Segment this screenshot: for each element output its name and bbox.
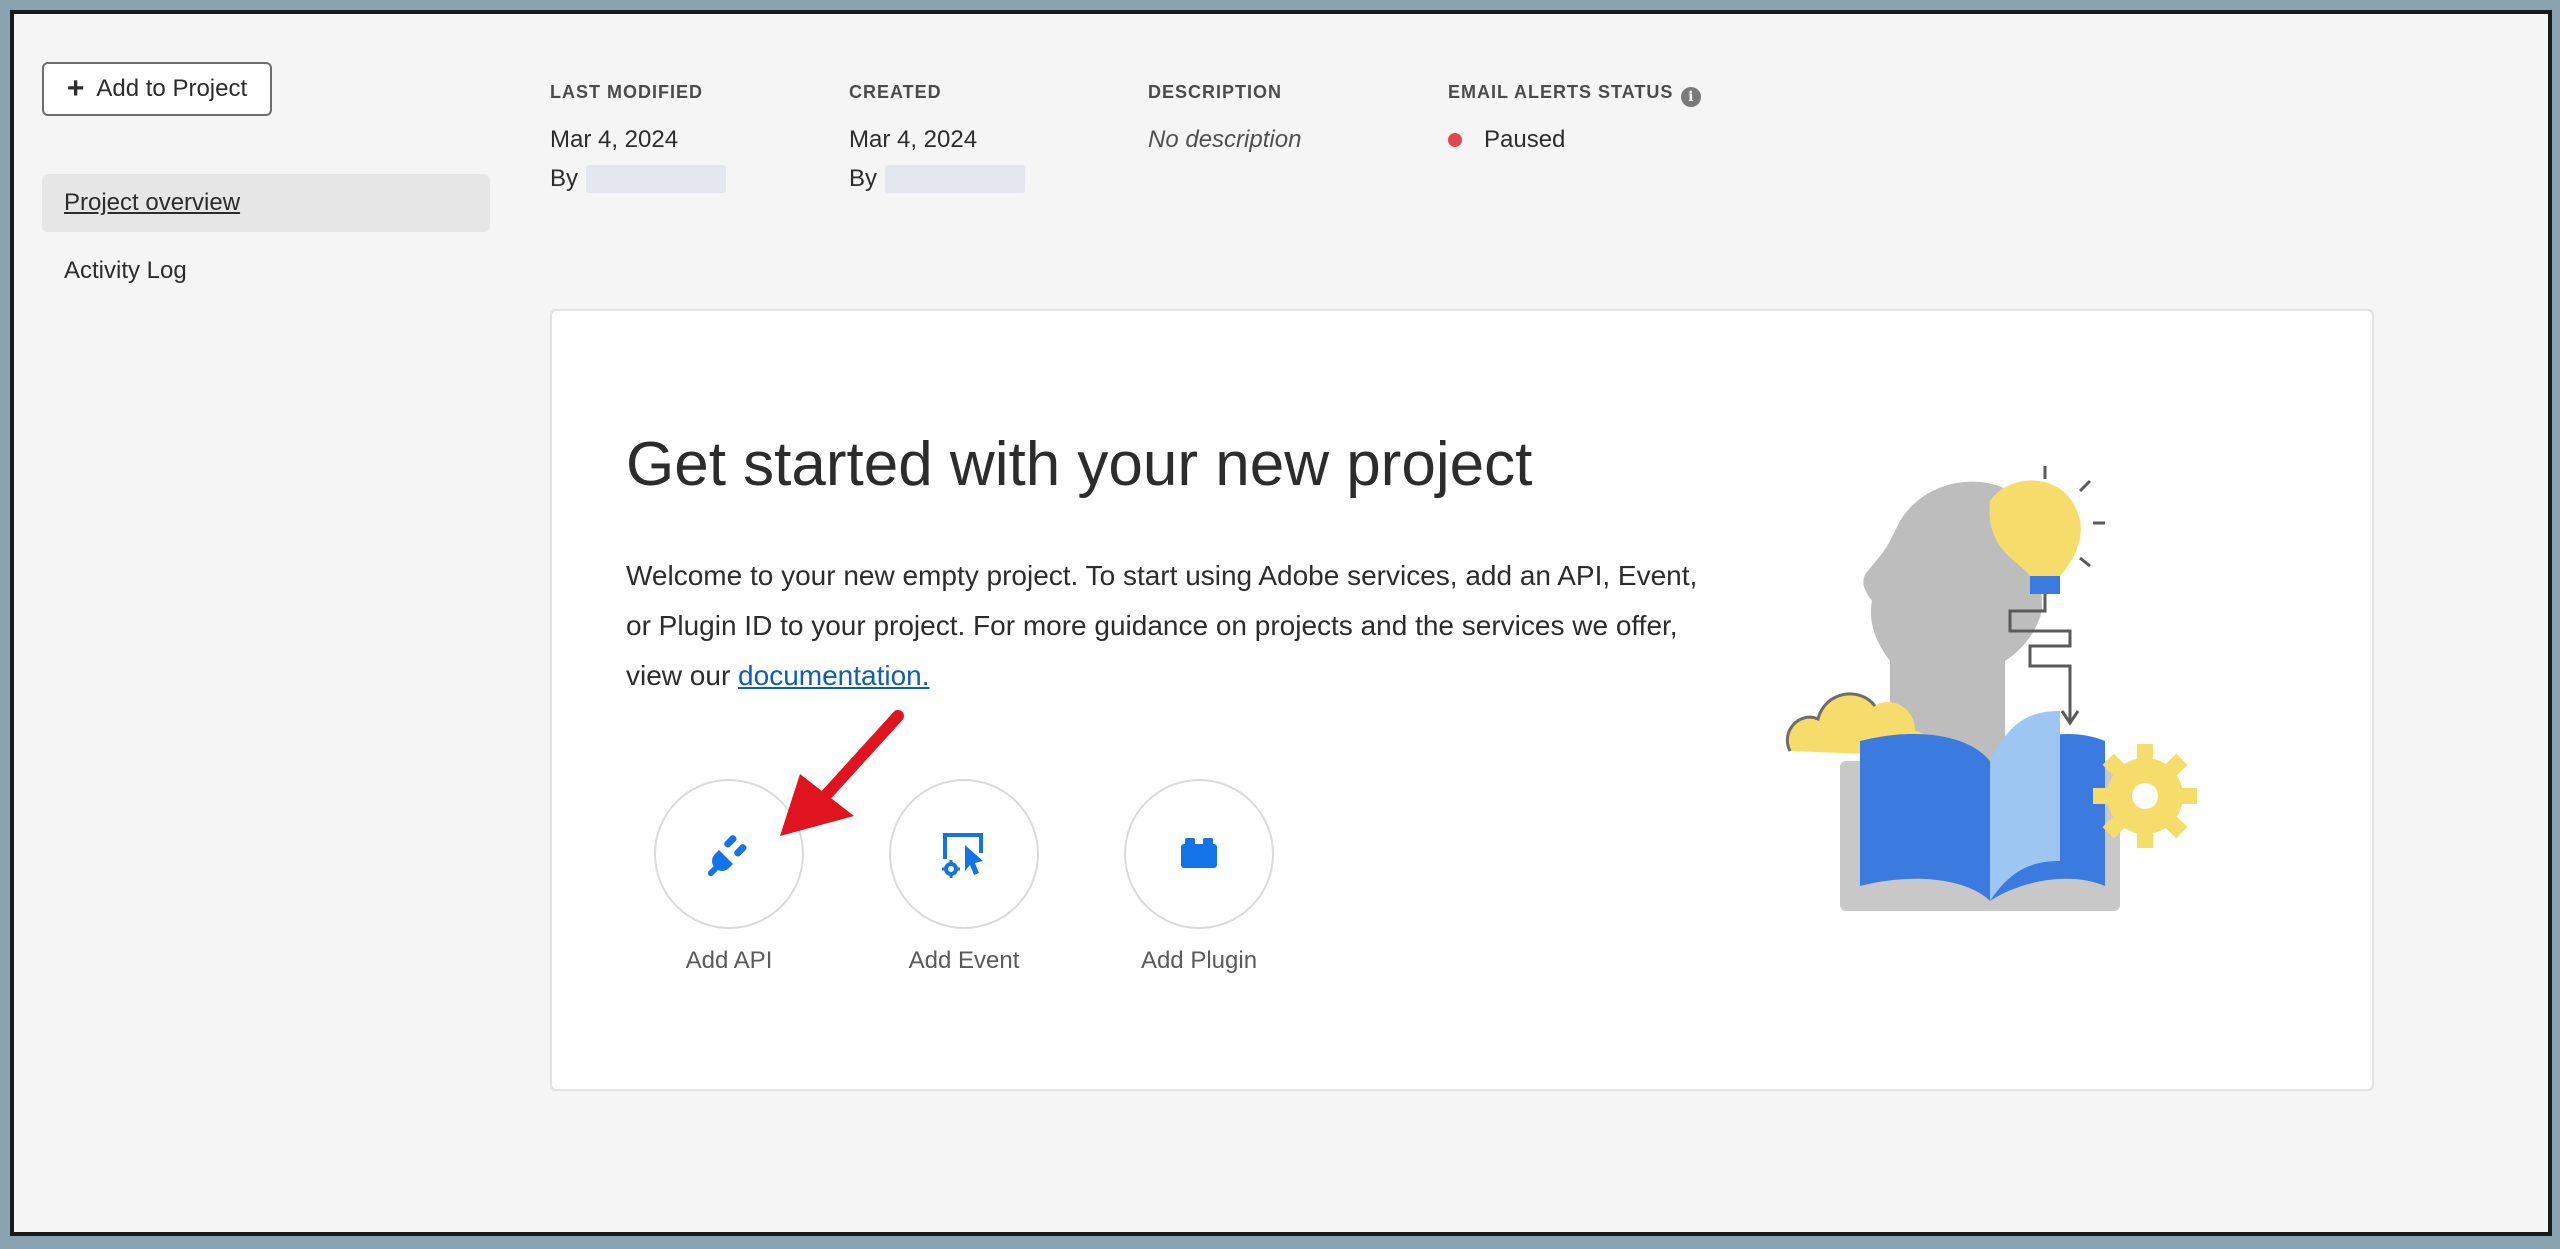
plug-icon xyxy=(707,835,747,877)
add-plugin-action[interactable]: Add Plugin xyxy=(1079,779,1319,975)
documentation-link[interactable]: documentation. xyxy=(738,660,929,691)
event-icon xyxy=(942,833,983,878)
sidebar-item-activity-log[interactable]: Activity Log xyxy=(42,242,490,300)
info-icon[interactable]: i xyxy=(1681,87,1702,107)
add-api-label: Add API xyxy=(685,947,773,974)
sidebar-item-project-overview[interactable]: Project overview xyxy=(42,174,490,232)
app-frame: + Add to Project Project overview Activi… xyxy=(10,10,2552,1236)
created-label: CREATED xyxy=(849,82,942,102)
by-prefix: By xyxy=(849,165,878,192)
add-plugin-button[interactable] xyxy=(1124,779,1274,929)
email-alerts-status-text: Paused xyxy=(1484,126,1566,153)
add-to-project-label: Add to Project xyxy=(96,75,248,102)
description-value: No description xyxy=(1148,126,1302,153)
plus-icon: + xyxy=(66,72,85,105)
email-alerts-status: Paused xyxy=(1448,126,1565,154)
get-started-card: Get started with your new project Welcom… xyxy=(550,309,2374,1091)
sidebar-item-label: Project overview xyxy=(64,189,241,216)
email-alerts-label-text: EMAIL ALERTS STATUS xyxy=(1448,82,1674,102)
last-modified-by: By xyxy=(550,165,727,193)
redacted-user-name xyxy=(586,165,727,193)
created-date: Mar 4, 2024 xyxy=(849,126,978,153)
by-prefix: By xyxy=(550,165,579,192)
card-title: Get started with your new project xyxy=(626,430,1533,499)
email-alerts-label: EMAIL ALERTS STATUS i xyxy=(1448,82,1702,107)
add-to-project-button[interactable]: + Add to Project xyxy=(42,62,272,116)
description-label: DESCRIPTION xyxy=(1148,82,1283,102)
card-body: Welcome to your new empty project. To st… xyxy=(626,551,1726,701)
status-dot-icon xyxy=(1448,133,1462,147)
redacted-user-name xyxy=(885,165,1026,193)
add-event-label: Add Event xyxy=(908,947,1020,974)
add-plugin-label: Add Plugin xyxy=(1140,947,1258,974)
last-modified-label: LAST MODIFIED xyxy=(550,82,703,102)
sidebar-item-label: Activity Log xyxy=(64,257,187,284)
created-by: By xyxy=(849,165,1026,193)
last-modified-date: Mar 4, 2024 xyxy=(550,126,679,153)
annotation-arrow xyxy=(780,710,904,836)
plugin-block-icon xyxy=(1181,838,1217,868)
project-illustration xyxy=(1785,466,2197,911)
